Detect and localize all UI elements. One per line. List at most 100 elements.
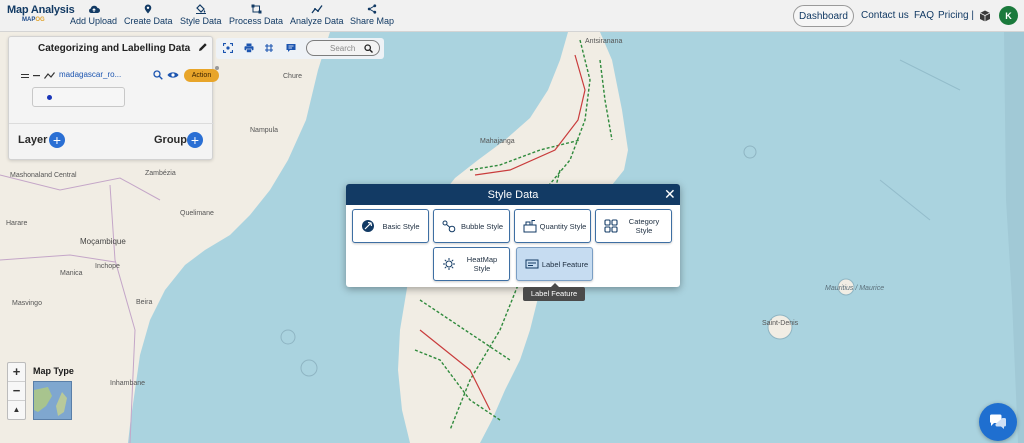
map-label-masvingo: Masvingo [12, 300, 42, 307]
layer-name[interactable]: madagascar_ro... [59, 70, 121, 79]
search-icon[interactable] [364, 44, 373, 53]
basic-style-label: Basic Style [382, 221, 420, 231]
layer-legend-box [32, 87, 125, 107]
logo-title: Map Analysis [7, 4, 75, 16]
map-label-inhambane: Inhambane [110, 380, 146, 387]
map-label-manica: Manica [60, 270, 83, 277]
share-map-label: Share Map [350, 16, 395, 26]
add-layer-button[interactable]: + [49, 132, 65, 148]
modal-close-button[interactable]: ✕ [664, 187, 676, 201]
zoom-out-button[interactable]: − [8, 382, 25, 401]
search-placeholder: Search [330, 44, 356, 53]
add-upload-label: Add Upload [70, 16, 118, 26]
cloud-upload-icon [88, 5, 100, 13]
style-data-modal: Style Data ✕ Basic Style Bubble Style Qu… [346, 184, 680, 287]
analyze-data-button[interactable]: Analyze Data [290, 4, 344, 26]
share-map-button[interactable]: Share Map [350, 4, 394, 26]
create-data-button[interactable]: Create Data [124, 4, 173, 26]
bubble-style-label: Bubble Style [460, 221, 504, 231]
process-icon [251, 4, 262, 14]
process-data-button[interactable]: Process Data [229, 4, 283, 26]
edit-pencil-icon[interactable] [198, 42, 208, 52]
group-label: Group [154, 134, 187, 146]
action-indicator-dot [215, 66, 219, 70]
logo-subtitle: MAPOG [22, 17, 75, 23]
basic-style-icon [362, 220, 374, 232]
label-feature-button[interactable]: Label Feature [516, 247, 593, 281]
panel-title: Categorizing and Labelling Data [38, 43, 191, 54]
zoom-controls: + − ▲ [7, 362, 26, 420]
heatmap-style-label: HeatMap Style [466, 255, 498, 273]
faq-link[interactable]: FAQ [914, 10, 934, 21]
create-data-label: Create Data [124, 16, 173, 26]
dashboard-button[interactable]: Dashboard [793, 5, 854, 27]
collapse-dash-icon[interactable] [33, 75, 40, 77]
map-label-chure: Chure [283, 73, 303, 80]
heatmap-style-button[interactable]: HeatMap Style [433, 247, 510, 281]
map-label-saint-denis: Saint-Denis [762, 320, 799, 327]
panel-divider [9, 123, 214, 124]
print-icon[interactable] [244, 43, 254, 53]
chat-bubble-icon [990, 414, 1006, 429]
zoom-to-layer-icon[interactable] [153, 70, 163, 80]
cube-icon[interactable] [979, 10, 991, 22]
quantity-style-icon [523, 220, 537, 233]
chat-button[interactable] [979, 403, 1017, 441]
logo-sub-main: MAP [22, 17, 36, 23]
bubble-style-icon [442, 220, 456, 233]
style-data-button[interactable]: Style Data [180, 4, 222, 26]
line-layer-icon [44, 72, 55, 79]
category-style-icon [604, 219, 618, 233]
paint-bucket-icon [195, 4, 206, 14]
process-data-label: Process Data [229, 16, 284, 26]
map-label-harare: Harare [6, 220, 28, 227]
logo-sub-accent: OG [35, 17, 45, 23]
map-search-input[interactable]: Search [306, 40, 380, 56]
user-avatar[interactable]: K [999, 6, 1018, 25]
analyze-data-label: Analyze Data [290, 16, 344, 26]
map-label-quelimane: Quelimane [180, 210, 214, 217]
map-label-mahajanga: Mahajanga [480, 138, 515, 145]
map-label-nampula: Nampula [250, 127, 279, 134]
map-type-thumbnail[interactable] [33, 381, 72, 420]
category-style-button[interactable]: Category Style [595, 209, 672, 243]
map-type-label: Map Type [33, 366, 74, 376]
quantity-style-button[interactable]: Quantity Style [514, 209, 591, 243]
layer-row[interactable]: madagascar_ro... Action [21, 66, 219, 84]
quantity-style-label: Quantity Style [539, 221, 587, 231]
style-data-label: Style Data [180, 16, 222, 26]
measure-icon[interactable] [264, 43, 274, 53]
layer-label: Layer [18, 134, 48, 146]
share-icon [367, 4, 377, 14]
contact-us-link[interactable]: Contact us [861, 10, 909, 21]
map-label-mauritius: Mauritius / Maurice [825, 285, 885, 292]
map-label-mashonaland: Mashonaland Central [10, 172, 77, 179]
pricing-link[interactable]: Pricing | [938, 10, 974, 21]
drag-handle-icon[interactable] [21, 73, 29, 79]
modal-header: Style Data ✕ [346, 184, 680, 205]
map-label-beira: Beira [136, 299, 153, 306]
map-label-zambezia: Zambézia [145, 170, 176, 177]
map-label-inchope: Inchope [95, 263, 120, 270]
action-button[interactable]: Action [184, 69, 219, 82]
basic-style-button[interactable]: Basic Style [352, 209, 429, 243]
comment-icon[interactable] [286, 43, 296, 53]
modal-title: Style Data [487, 189, 539, 201]
zoom-in-button[interactable]: + [8, 363, 25, 382]
app-logo[interactable]: Map Analysis MAPOG [7, 4, 75, 23]
label-feature-tooltip: Label Feature [523, 283, 585, 301]
visibility-eye-icon[interactable] [167, 71, 179, 79]
legend-point-symbol [47, 95, 52, 100]
fullscreen-icon[interactable] [223, 43, 233, 53]
map-label-mozambique: Moçambique [80, 237, 126, 246]
add-group-button[interactable]: + [187, 132, 203, 148]
add-upload-button[interactable]: Add Upload [70, 4, 117, 26]
bubble-style-button[interactable]: Bubble Style [433, 209, 510, 243]
label-feature-icon [525, 259, 539, 269]
map-label-antsiranana: Antsiranana [585, 38, 623, 45]
layer-panel: Categorizing and Labelling Data madagasc… [8, 36, 219, 160]
satellite-thumbnail-icon [34, 382, 71, 419]
map-tools-bar: Search [216, 38, 384, 59]
compass-button[interactable]: ▲ [8, 401, 25, 420]
map-pin-icon [144, 4, 152, 14]
